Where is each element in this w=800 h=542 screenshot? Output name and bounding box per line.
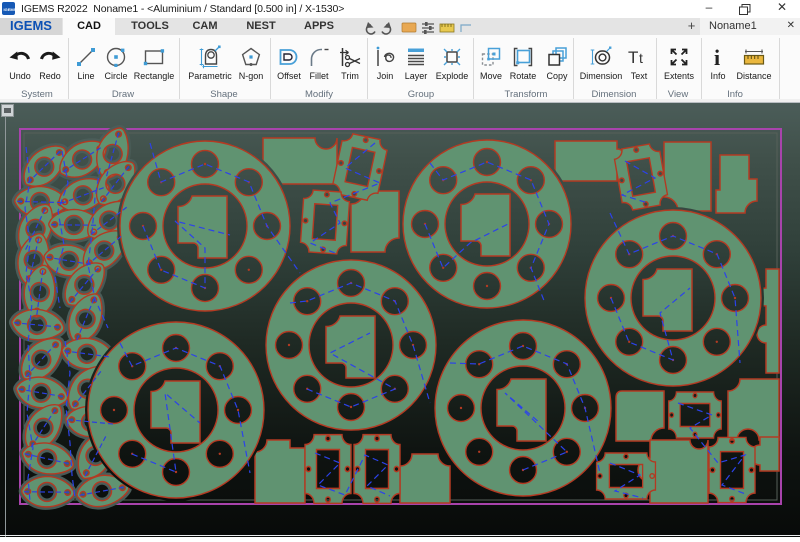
svg-text:i: i <box>714 45 720 69</box>
svg-text:T: T <box>628 48 638 67</box>
svg-text:t: t <box>639 50 643 66</box>
